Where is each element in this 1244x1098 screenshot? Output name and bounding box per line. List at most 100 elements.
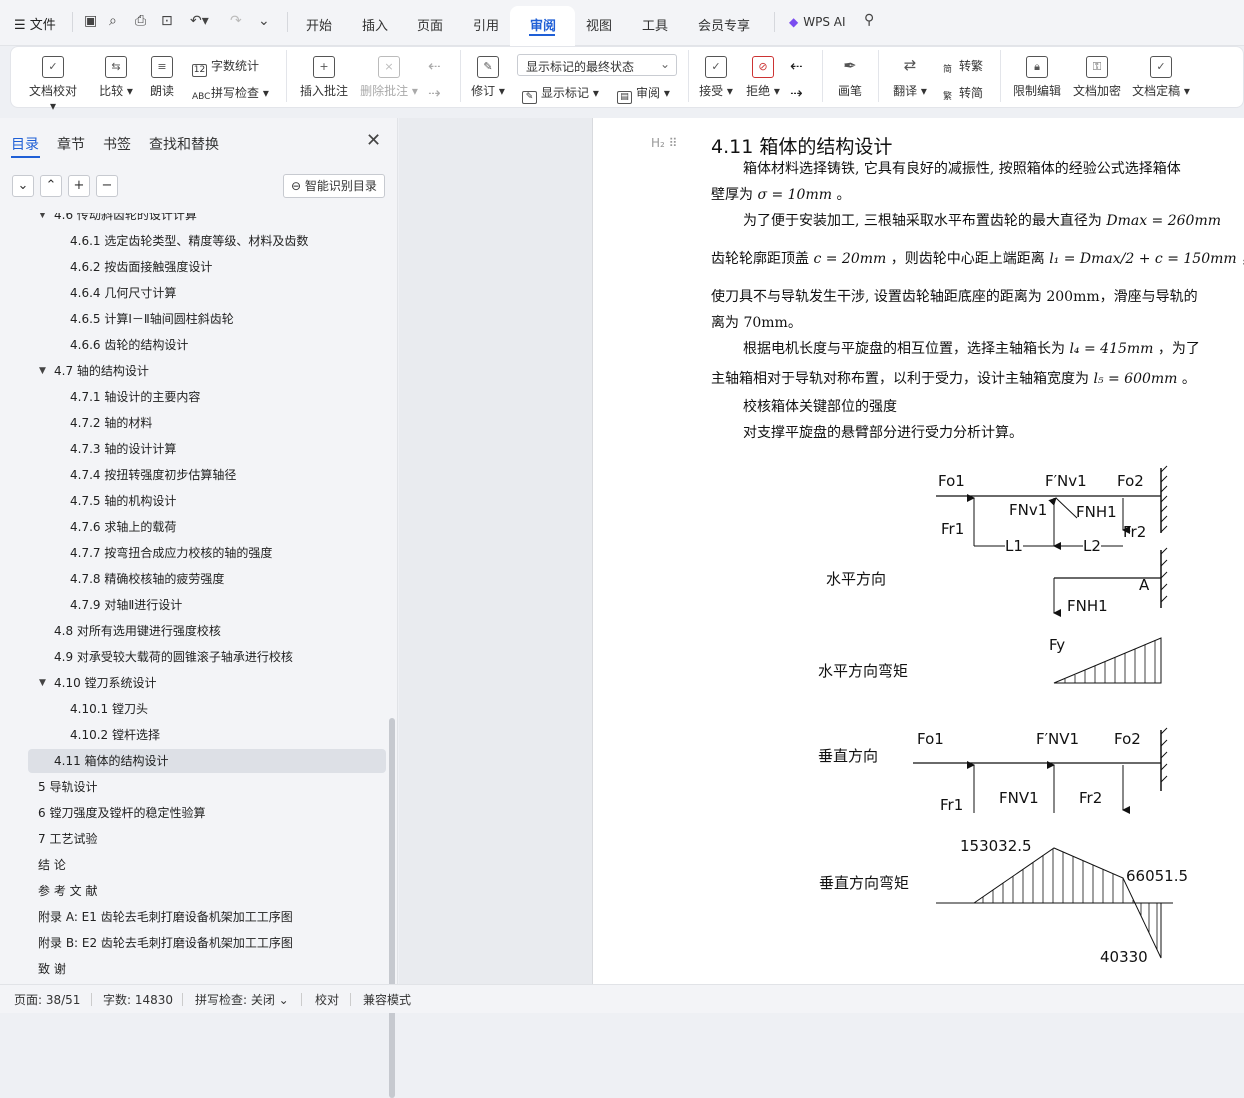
- toc-item[interactable]: 4.7.4 按扭转强度初步估算轴径: [0, 463, 390, 487]
- expand-toggle-icon[interactable]: ▼: [39, 671, 46, 695]
- toc-item[interactable]: 4.7.5 轴的机构设计: [0, 489, 390, 513]
- toc-item[interactable]: 4.11 箱体的结构设计: [28, 749, 386, 773]
- proof-button[interactable]: 校对: [315, 991, 339, 1008]
- tab-member[interactable]: 会员专享: [698, 15, 750, 34]
- undo-icon[interactable]: ↶▾: [190, 13, 209, 29]
- tab-bookmarks[interactable]: 书签: [103, 134, 131, 154]
- show-markup-button[interactable]: ✎ 显示标记 ▾: [522, 84, 599, 104]
- toc-item[interactable]: 附录 A: E1 齿轮去毛刺打磨设备机架加工工序图: [0, 905, 390, 929]
- encrypt-icon: ⚿: [1086, 56, 1108, 78]
- toc-item[interactable]: 4.10.1 镗刀头: [0, 697, 390, 721]
- toc-item[interactable]: 5 导轨设计: [0, 775, 390, 799]
- more-chevron-icon[interactable]: ⌄: [258, 13, 270, 29]
- word-count-indicator[interactable]: 字数: 14830: [103, 991, 173, 1008]
- move-up-button[interactable]: ⌃: [40, 175, 62, 197]
- toc-item[interactable]: 4.10.2 镗杆选择: [0, 723, 390, 747]
- word-count-button[interactable]: 12 字数统计: [192, 57, 259, 77]
- toc-item-label: 4.7.4 按扭转强度初步估算轴径: [70, 468, 237, 482]
- tab-page[interactable]: 页面: [417, 15, 443, 34]
- heading-level-marker[interactable]: H₂ ⠿: [651, 136, 677, 150]
- read-aloud-button[interactable]: ≡ 朗读: [148, 56, 176, 99]
- toc-item[interactable]: 4.7.3 轴的设计计算: [0, 437, 390, 461]
- print-preview-icon[interactable]: ⊡: [161, 13, 173, 29]
- toc-item[interactable]: 4.6.6 齿轮的结构设计: [0, 333, 390, 357]
- reject-button[interactable]: ⊘ 拒绝 ▾: [745, 56, 781, 99]
- delete-comment-button[interactable]: × 删除批注 ▾: [360, 56, 418, 99]
- toc-list: ▼ 4.6 传动斜齿轮的设计计算 4.6.1 选定齿轮类型、精度等级、材料及齿数 4.…: [0, 213, 390, 984]
- page-indicator[interactable]: 页面: 38/51: [14, 991, 80, 1008]
- restrict-edit-button[interactable]: 🔒︎ 限制编辑: [1012, 56, 1062, 99]
- translate-button[interactable]: ⇄ 翻译 ▾: [892, 56, 928, 99]
- tab-toc[interactable]: 目录: [11, 134, 39, 154]
- tab-reference[interactable]: 引用: [473, 15, 499, 34]
- toc-item[interactable]: 4.7.6 求轴上的载荷: [0, 515, 390, 539]
- accept-button[interactable]: ✓ 接受 ▾: [698, 56, 734, 99]
- translate-icon: ⇄: [903, 56, 917, 74]
- toc-item[interactable]: 4.7.7 按弯扭合成应力校核的轴的强度: [0, 541, 390, 565]
- toc-item[interactable]: 4.6.1 选定齿轮类型、精度等级、材料及齿数: [0, 229, 390, 253]
- to-simplified-button[interactable]: 繁转简: [940, 84, 983, 105]
- toc-item[interactable]: 致 谢: [0, 957, 390, 981]
- tab-home[interactable]: 开始: [306, 15, 332, 34]
- compare-button[interactable]: ⇆ 比较 ▾: [97, 56, 135, 99]
- toc-scrollbar[interactable]: [389, 718, 395, 1098]
- pen-button[interactable]: ✒ 画笔: [836, 56, 864, 99]
- smart-toc-button[interactable]: ⊖ 智能识别目录: [283, 174, 385, 198]
- toc-item[interactable]: 参 考 文 献: [0, 879, 390, 903]
- print-icon[interactable]: ⎙: [135, 13, 146, 29]
- toc-item[interactable]: 6 镗刀强度及镗杆的稳定性验算: [0, 801, 390, 825]
- tab-insert[interactable]: 插入: [362, 15, 388, 34]
- file-menu[interactable]: ☰ 文件: [14, 14, 56, 33]
- toc-item[interactable]: 4.8 对所有选用键进行强度校核: [0, 619, 390, 643]
- collapse-down-button[interactable]: ⌄: [12, 175, 34, 197]
- add-heading-button[interactable]: +: [68, 175, 90, 197]
- toc-item[interactable]: 附录 B: E2 齿轮去毛刺打磨设备机架加工工序图: [0, 931, 390, 955]
- tab-review[interactable]: 审阅: [530, 15, 556, 34]
- search-icon[interactable]: ⚲: [864, 12, 874, 28]
- review-pane-icon: ▤: [617, 91, 632, 104]
- toc-item[interactable]: 4.6.2 按齿面接触强度设计: [0, 255, 390, 279]
- chevron-down-icon: ⌄: [659, 57, 670, 71]
- label-fo2: Fo2: [1117, 472, 1144, 490]
- spell-check-status[interactable]: 拼写检查: 关闭 ⌄: [195, 991, 289, 1008]
- tab-view[interactable]: 视图: [586, 15, 612, 34]
- format-painter-icon[interactable]: ⌕: [109, 13, 117, 29]
- encrypt-button[interactable]: ⚿ 文档加密: [1072, 56, 1122, 99]
- spell-check-button[interactable]: ABC拼写检查 ▾: [192, 84, 269, 105]
- review-pane-button[interactable]: ▤ 审阅 ▾: [617, 84, 670, 104]
- toc-item[interactable]: 结 论: [0, 853, 390, 877]
- toc-item[interactable]: 4.7.9 对轴Ⅱ进行设计: [0, 593, 390, 617]
- prev-change-icon[interactable]: ⇠: [790, 57, 803, 75]
- close-icon[interactable]: ✕: [366, 130, 381, 151]
- toc-item-label: 4.10.1 镗刀头: [70, 702, 148, 716]
- revise-button[interactable]: ✎ 修订 ▾: [471, 56, 505, 99]
- finalize-button[interactable]: ✓ 文档定稿 ▾: [1132, 56, 1190, 99]
- toc-item[interactable]: 4.9 对承受较大载荷的圆锥滚子轴承进行校核: [0, 645, 390, 669]
- toc-item[interactable]: ▼ 4.10 镗刀系统设计: [0, 671, 390, 695]
- insert-comment-button[interactable]: + 插入批注: [299, 56, 349, 99]
- redo-icon[interactable]: ↷: [230, 13, 242, 29]
- to-traditional-button[interactable]: 简转繁: [940, 57, 983, 78]
- expand-toggle-icon[interactable]: ▼: [39, 359, 46, 383]
- doc-check-button[interactable]: ✓ 文档校对 ▾: [28, 56, 78, 113]
- tab-tools[interactable]: 工具: [642, 15, 668, 34]
- next-change-icon[interactable]: ⇢: [790, 84, 803, 102]
- next-comment-icon[interactable]: ⇢: [428, 84, 441, 102]
- prev-comment-icon[interactable]: ⇠: [428, 57, 441, 75]
- tab-sections[interactable]: 章节: [57, 134, 85, 154]
- display-state-select[interactable]: 显示标记的最终状态 ⌄: [517, 54, 677, 76]
- toc-item[interactable]: 4.7.8 精确校核轴的疲劳强度: [0, 567, 390, 591]
- tab-find-replace[interactable]: 查找和替换: [149, 134, 219, 154]
- toc-item[interactable]: ▼ 4.6 传动斜齿轮的设计计算: [0, 213, 390, 227]
- toc-item[interactable]: 4.6.4 几何尺寸计算: [0, 281, 390, 305]
- expand-toggle-icon[interactable]: ▼: [39, 213, 46, 227]
- toc-item[interactable]: 7 工艺试验: [0, 827, 390, 851]
- toc-item[interactable]: ▼ 4.7 轴的结构设计: [0, 359, 390, 383]
- save-icon[interactable]: ▣: [84, 13, 97, 29]
- to-simplified-icon: 繁: [942, 92, 952, 102]
- remove-heading-button[interactable]: −: [96, 175, 118, 197]
- wps-ai-button[interactable]: ◆ WPS AI: [789, 15, 846, 29]
- toc-item[interactable]: 4.7.2 轴的材料: [0, 411, 390, 435]
- toc-item[interactable]: 4.7.1 轴设计的主要内容: [0, 385, 390, 409]
- toc-item[interactable]: 4.6.5 计算Ⅰ－Ⅱ轴间圆柱斜齿轮: [0, 307, 390, 331]
